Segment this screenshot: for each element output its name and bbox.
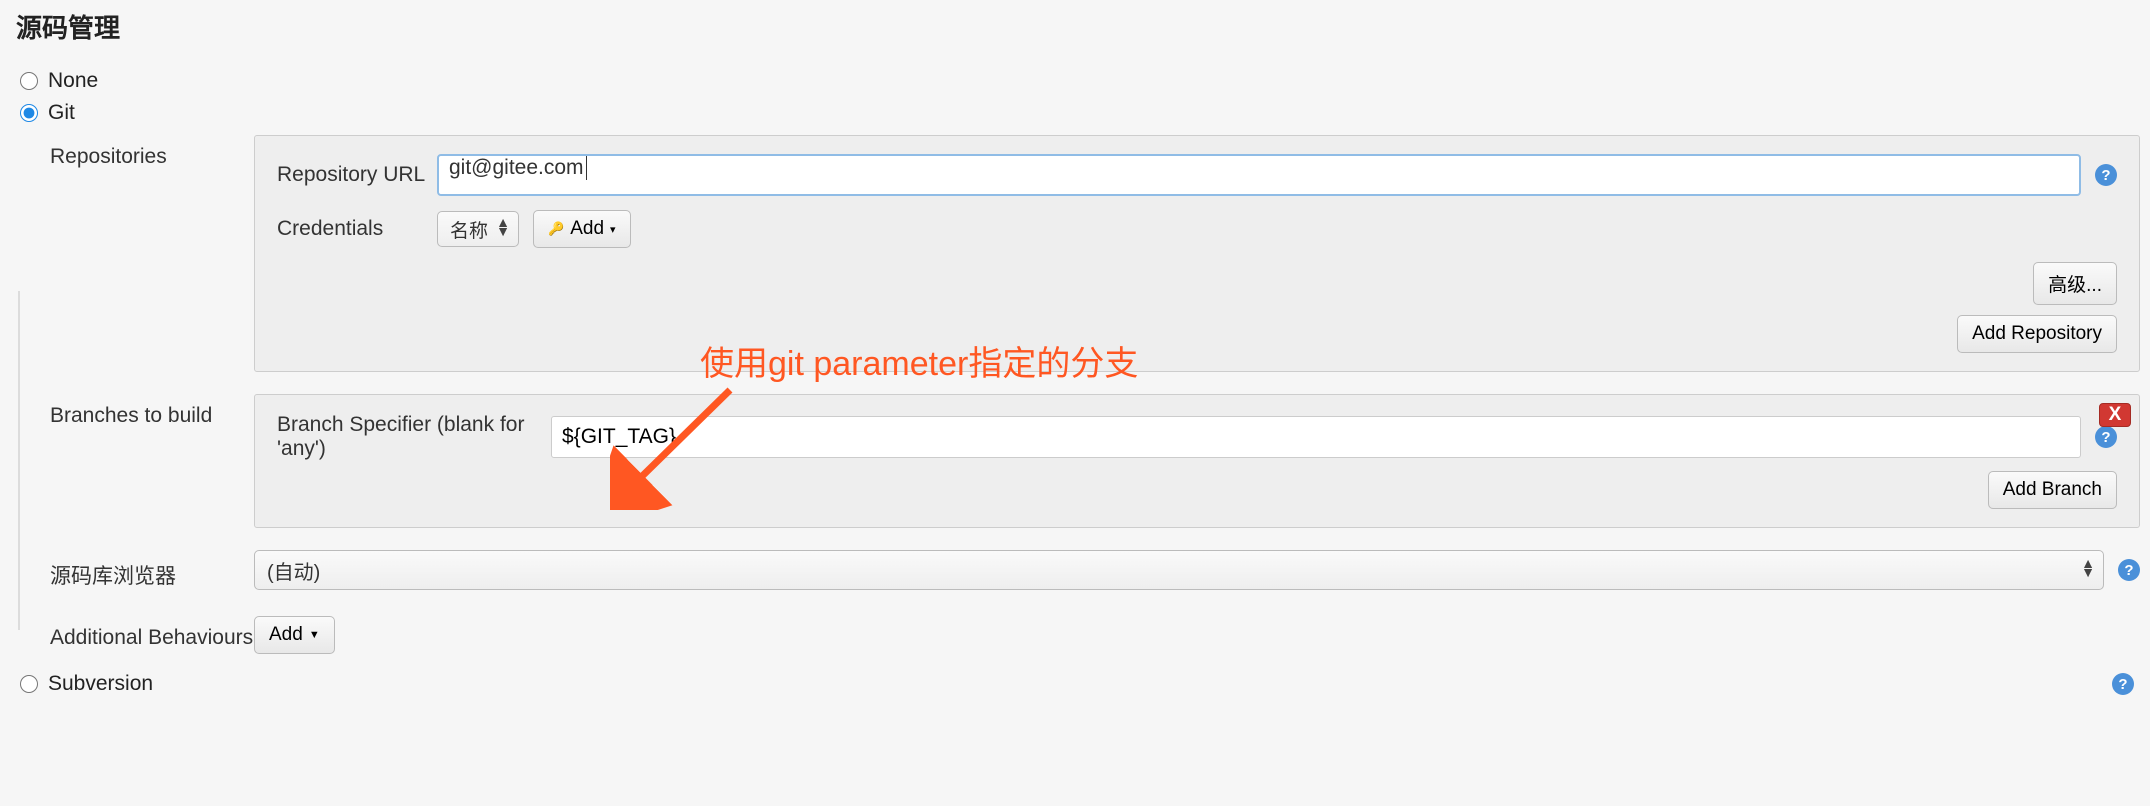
repo-browser-row: 源码库浏览器 (自动) ▲▼ ? [26, 544, 2150, 596]
scm-option-none[interactable]: None [20, 65, 2150, 97]
dropdown-caret-icon: ▼ [309, 629, 320, 641]
credentials-row: Credentials 名称 ▲▼ 🔑 Add ▾ [277, 210, 2117, 248]
branches-row: Branches to build X Branch Specifier (bl… [26, 388, 2150, 534]
radio-none[interactable] [20, 72, 38, 90]
branch-specifier-row: Branch Specifier (blank for 'any') ? [277, 413, 2117, 461]
branch-box-footer: Add Branch [277, 471, 2117, 509]
repositories-label: Repositories [50, 135, 254, 169]
branch-specifier-label: Branch Specifier (blank for 'any') [277, 413, 551, 461]
additional-behaviours-row: Additional Behaviours Add ▼ [26, 610, 2150, 660]
credentials-selected: 名称 [450, 216, 488, 243]
add-label: Add [269, 624, 303, 646]
radio-git[interactable] [20, 104, 38, 122]
repo-url-row: Repository URL git@gitee.com ? [277, 154, 2117, 196]
add-credentials-button[interactable]: 🔑 Add ▾ [533, 210, 631, 248]
add-repository-button[interactable]: Add Repository [1957, 315, 2117, 353]
credentials-label: Credentials [277, 217, 437, 241]
chevron-updown-icon: ▲▼ [2081, 559, 2095, 577]
help-icon[interactable]: ? [2095, 426, 2117, 448]
additional-behaviours-label: Additional Behaviours [50, 616, 254, 650]
help-icon[interactable]: ? [2112, 673, 2134, 695]
help-icon[interactable]: ? [2118, 559, 2140, 581]
branch-specifier-input[interactable] [551, 416, 2081, 458]
section-divider [18, 291, 20, 630]
radio-none-label: None [48, 69, 98, 93]
repo-box-footer-1: 高级... [277, 262, 2117, 305]
scm-radio-group: None Git [0, 65, 2150, 129]
chevron-updown-icon: ▲▼ [496, 218, 510, 236]
help-icon[interactable]: ? [2095, 164, 2117, 186]
advanced-button[interactable]: 高级... [2033, 262, 2117, 305]
radio-git-label: Git [48, 101, 75, 125]
scm-option-subversion[interactable]: Subversion ? [20, 668, 2150, 700]
key-icon: 🔑 [548, 221, 564, 237]
credentials-select[interactable]: 名称 ▲▼ [437, 211, 519, 247]
delete-branch-button[interactable]: X [2099, 403, 2131, 427]
git-config-block: Repositories ? Repository URL git@gitee.… [12, 129, 2150, 660]
branch-box: X Branch Specifier (blank for 'any') ? A… [254, 394, 2140, 528]
add-cred-label: Add [570, 218, 604, 240]
repo-browser-select[interactable]: (自动) ▲▼ [254, 550, 2104, 590]
dropdown-caret-icon: ▾ [610, 223, 616, 236]
repo-box-footer-2: Add Repository [277, 315, 2117, 353]
radio-subversion[interactable] [20, 675, 38, 693]
repositories-row: Repositories ? Repository URL git@gitee.… [26, 129, 2150, 378]
scm-radio-group-bottom: Subversion ? [0, 668, 2150, 700]
repo-browser-label: 源码库浏览器 [50, 550, 254, 590]
section-title: 源码管理 [0, 0, 2150, 65]
branches-label: Branches to build [50, 394, 254, 428]
scm-option-git[interactable]: Git [20, 97, 2150, 129]
repository-box: ? Repository URL git@gitee.com ? Credent… [254, 135, 2140, 372]
repo-url-input[interactable]: git@gitee.com [437, 154, 2081, 196]
radio-subversion-label: Subversion [48, 672, 153, 696]
repo-browser-selected: (自动) [267, 556, 320, 585]
add-branch-button[interactable]: Add Branch [1988, 471, 2117, 509]
add-behaviour-button[interactable]: Add ▼ [254, 616, 335, 654]
text-caret [586, 156, 587, 180]
repo-url-label: Repository URL [277, 163, 437, 187]
